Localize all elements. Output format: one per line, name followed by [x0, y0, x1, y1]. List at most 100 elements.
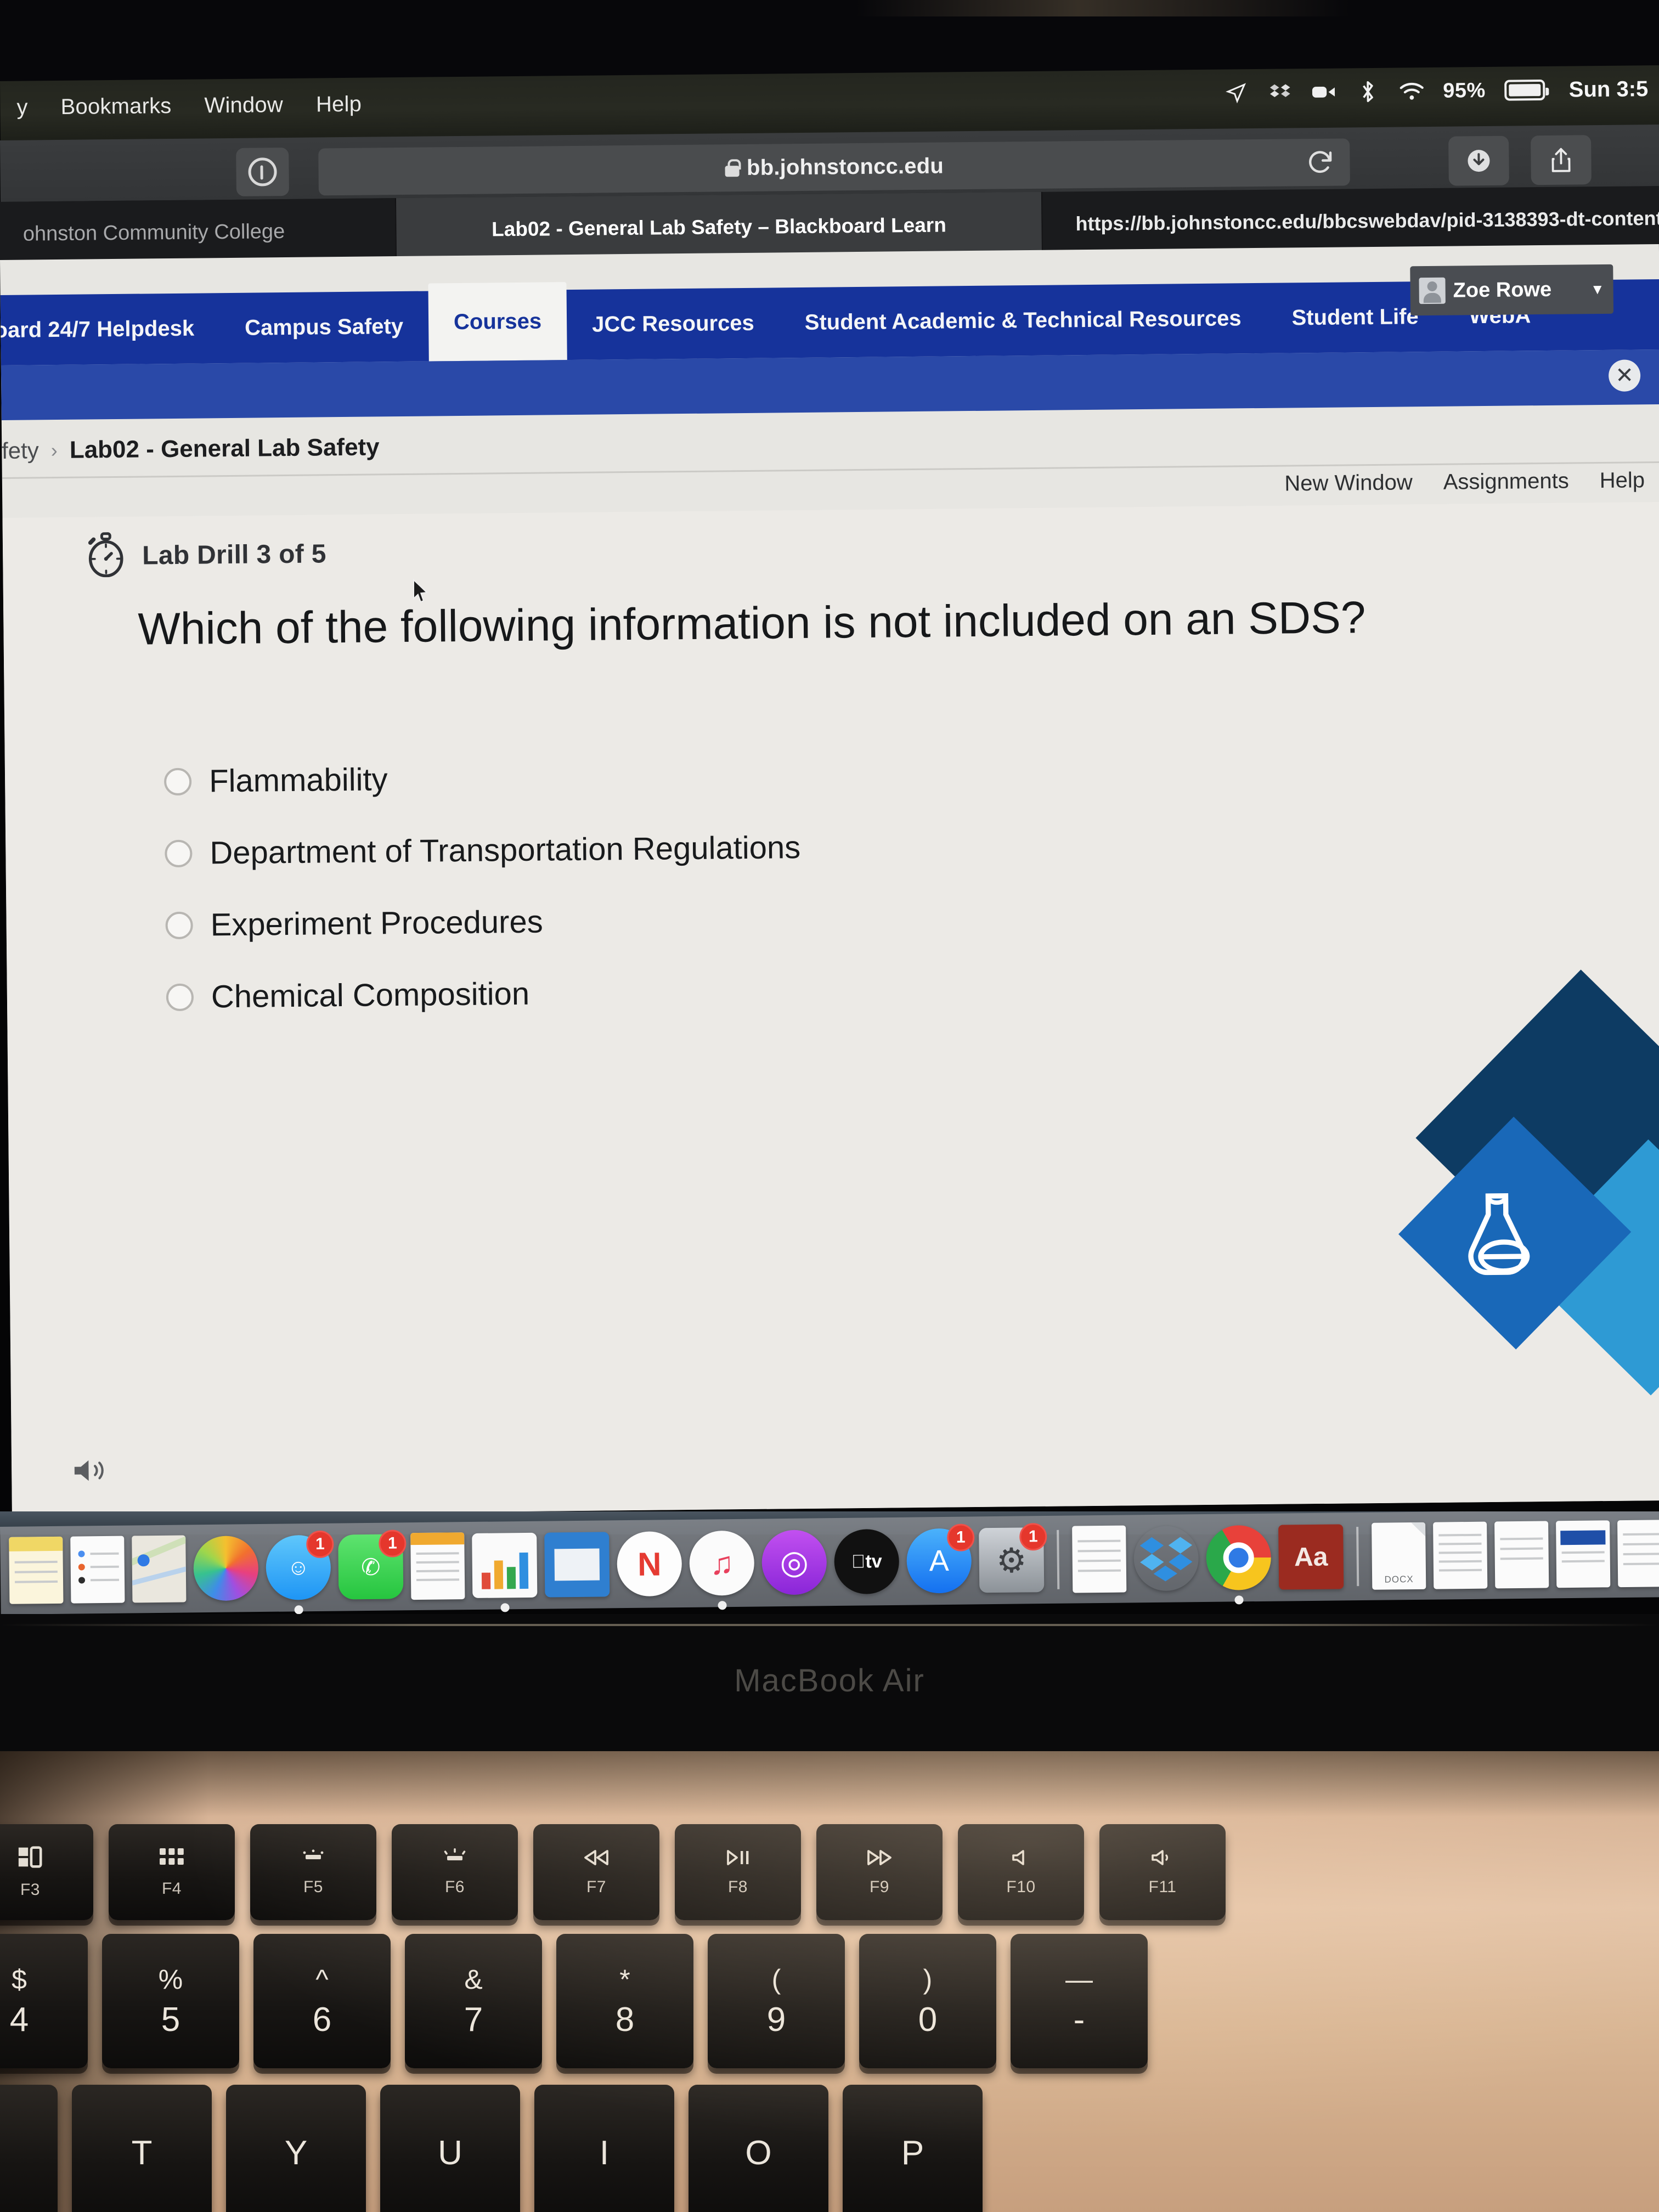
dock-recent-file[interactable] [1617, 1520, 1659, 1588]
dock-item-maps[interactable] [132, 1535, 187, 1603]
screen-recording-icon[interactable] [1311, 80, 1336, 105]
file-type-label: DOCX [1384, 1574, 1414, 1585]
dock-item-numbers[interactable] [472, 1532, 538, 1612]
sidebar-item-courses[interactable]: Courses [428, 282, 567, 362]
dock-item-apple-tv[interactable]: tv [834, 1528, 900, 1595]
key-9[interactable]: ( 9 [708, 1934, 845, 2068]
key-f10[interactable]: F10 [958, 1824, 1084, 1920]
close-icon[interactable]: ✕ [1608, 359, 1641, 392]
dock-recent-file[interactable] [1556, 1520, 1611, 1588]
key-f4[interactable]: F4 [109, 1824, 235, 1920]
key-4[interactable]: $ 4 [0, 1934, 88, 2068]
dock-item-pages-document[interactable] [1072, 1525, 1127, 1593]
menu-item-truncated[interactable]: y [16, 95, 28, 120]
key-6[interactable]: ^ 6 [253, 1934, 391, 2068]
key-f7[interactable]: F7 [533, 1824, 659, 1920]
key-f9[interactable]: F9 [816, 1824, 943, 1920]
radio-button[interactable] [163, 768, 192, 795]
dock-item-reminders[interactable] [70, 1536, 125, 1604]
key-r[interactable]: R [0, 2085, 58, 2212]
key-label: O [745, 2134, 772, 2172]
radio-button[interactable] [165, 911, 193, 939]
launchpad-icon [159, 1846, 185, 1872]
key-i[interactable]: I [534, 2085, 674, 2212]
grammarly-icon[interactable] [236, 147, 289, 196]
key-f11[interactable]: F11 [1099, 1824, 1226, 1920]
menu-item-help[interactable]: Help [316, 92, 362, 117]
mission-control-icon [16, 1845, 44, 1873]
help-link[interactable]: Help [1600, 468, 1645, 493]
dock-item-dictionary[interactable]: Aa [1278, 1524, 1344, 1590]
menu-item-window[interactable]: Window [204, 93, 283, 118]
badge-count: 1 [1019, 1523, 1047, 1551]
speaker-icon[interactable] [72, 1456, 110, 1485]
dock-item-podcasts[interactable]: ◎ [761, 1530, 827, 1595]
dock-item-system-preferences[interactable]: ⚙ 1 [979, 1523, 1047, 1593]
nav-label: Campus Safety [244, 314, 404, 340]
dock-item-music[interactable]: ♫ [689, 1530, 755, 1610]
key-label: 5 [161, 2000, 180, 2039]
assignments-link[interactable]: Assignments [1443, 469, 1569, 495]
location-arrow-icon[interactable] [1223, 80, 1249, 105]
reload-icon[interactable] [1305, 146, 1336, 178]
battery-icon[interactable] [1504, 79, 1545, 101]
key-f8[interactable]: F8 [675, 1824, 801, 1920]
key-f3[interactable]: F3 [0, 1824, 93, 1920]
dock-item-notes[interactable] [9, 1536, 64, 1604]
menu-item-bookmarks[interactable]: Bookmarks [60, 94, 171, 120]
wifi-icon[interactable] [1399, 78, 1424, 104]
radio-button[interactable] [165, 839, 193, 867]
menu-bar-clock[interactable]: Sun 3:5 [1569, 77, 1649, 102]
menu-bar-items: y Bookmarks Window Help [16, 92, 362, 120]
key-0[interactable]: ) 0 [859, 1934, 996, 2068]
option-chemical-composition[interactable]: Chemical Composition [166, 973, 802, 1015]
dock-item-dropbox[interactable] [1133, 1526, 1199, 1591]
sidebar-item-student-academic-technical-resources[interactable]: Student Academic & Technical Resources [779, 283, 1267, 358]
key-t[interactable]: T [72, 2085, 212, 2212]
dock-recent-file[interactable]: DOCX [1372, 1522, 1426, 1590]
dock-item-messages[interactable]: ☺ 1 [266, 1530, 334, 1615]
key-label: T [131, 2134, 153, 2172]
dock-item-google-chrome[interactable] [1206, 1525, 1272, 1605]
address-bar[interactable]: bb.johnstoncc.edu [318, 138, 1350, 196]
sidebar-item-campus-safety[interactable]: Campus Safety [219, 291, 429, 364]
breadcrumb-separator: › [50, 439, 58, 462]
option-department-of-transportation-regulations[interactable]: Department of Transportation Regulations [165, 829, 800, 872]
share-icon[interactable] [1531, 135, 1592, 185]
option-label: Department of Transportation Regulations [210, 830, 801, 871]
key-minus[interactable]: — - [1011, 1934, 1148, 2068]
dock-item-pages[interactable] [410, 1532, 465, 1600]
key-u[interactable]: U [380, 2085, 520, 2212]
key-5[interactable]: % 5 [102, 1934, 239, 2068]
lock-icon [725, 159, 739, 177]
user-menu[interactable]: Zoe Rowe ▼ [1410, 264, 1614, 316]
quiz-title: Lab Drill 3 of 5 [142, 539, 326, 571]
dock-item-keynote[interactable] [544, 1532, 610, 1598]
key-o[interactable]: O [689, 2085, 828, 2212]
dock-recent-file[interactable] [1433, 1521, 1488, 1589]
key-label: 9 [766, 2000, 786, 2039]
dock-item-photos[interactable] [193, 1536, 259, 1601]
key-7[interactable]: & 7 [405, 1934, 542, 2068]
option-experiment-procedures[interactable]: Experiment Procedures [165, 901, 801, 944]
key-8[interactable]: * 8 [556, 1934, 693, 2068]
function-key-row: F3 F4 F5 F6 F7 F8 F9 F10 F11 [0, 1824, 1226, 1920]
dock-item-news[interactable]: N [617, 1531, 682, 1597]
breadcrumb-parent[interactable]: ab Safety [0, 437, 39, 465]
key-label: F10 [1006, 1877, 1036, 1896]
dock-recent-file[interactable] [1494, 1521, 1549, 1589]
radio-button[interactable] [166, 983, 194, 1011]
dock-item-facetime[interactable]: ✆ 1 [338, 1530, 407, 1600]
new-window-link[interactable]: New Window [1284, 470, 1413, 496]
key-y[interactable]: Y [226, 2085, 366, 2212]
key-f5[interactable]: F5 [250, 1824, 376, 1920]
download-icon[interactable] [1448, 136, 1509, 186]
sidebar-item-jcc-resources[interactable]: JCC Resources [567, 287, 780, 360]
bluetooth-icon[interactable] [1355, 79, 1380, 104]
dropbox-icon[interactable] [1267, 80, 1293, 105]
key-p[interactable]: P [843, 2085, 983, 2212]
dock-item-app-store[interactable]: A 1 [906, 1523, 975, 1594]
option-flammability[interactable]: Flammability [163, 757, 800, 800]
sidebar-item-helpdesk[interactable]: lackboard 24/7 Helpdesk [0, 293, 220, 366]
key-f6[interactable]: F6 [392, 1824, 518, 1920]
